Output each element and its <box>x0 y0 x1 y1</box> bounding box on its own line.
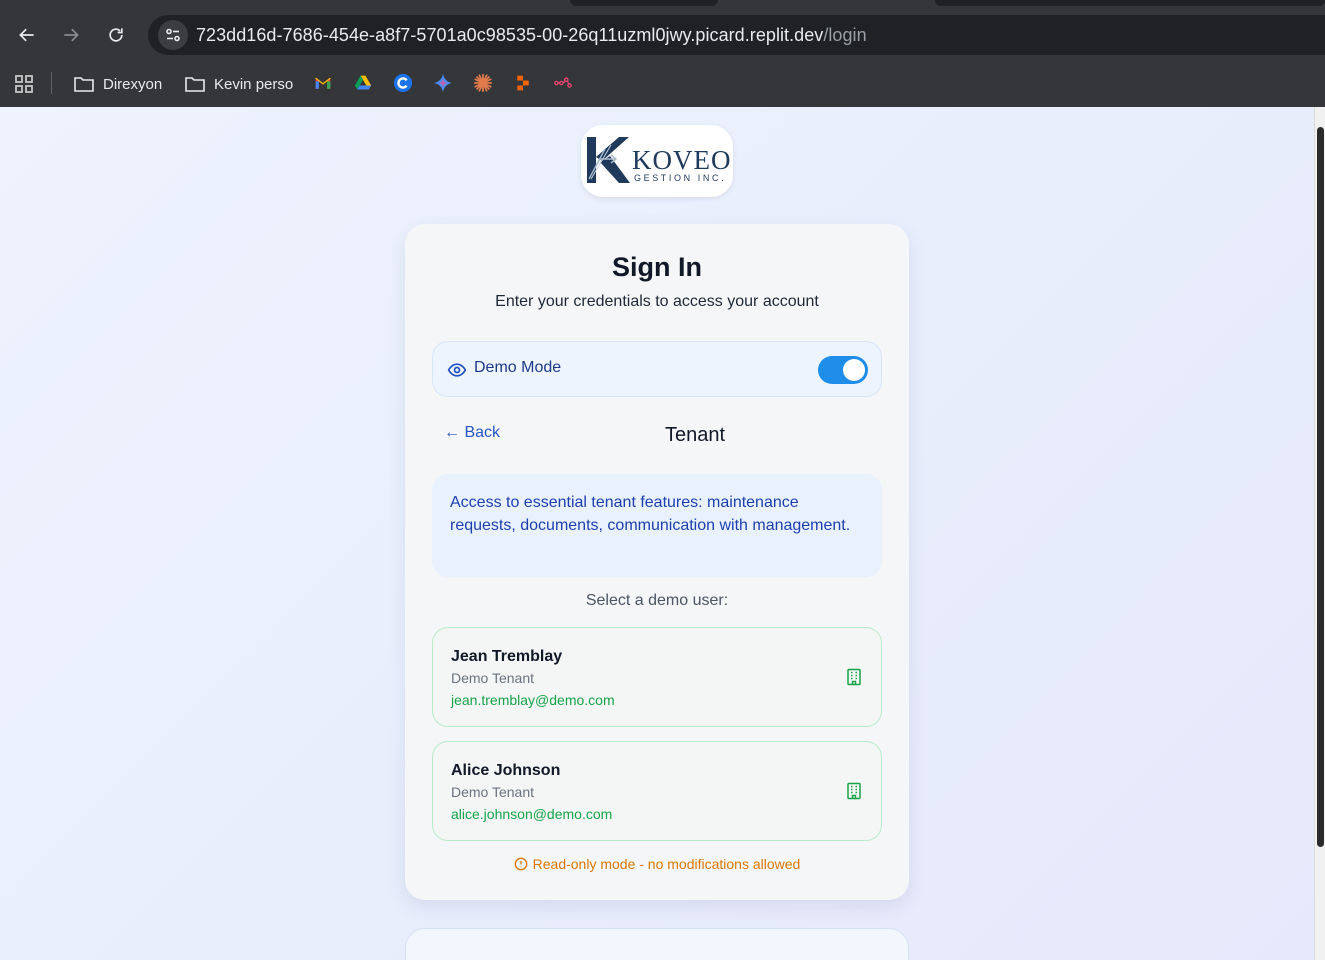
user-name: Jean Tremblay <box>451 648 563 665</box>
c-app-icon[interactable] <box>392 72 414 94</box>
bookmarks-divider <box>51 72 52 94</box>
role-description: Access to essential tenant features: mai… <box>450 494 851 534</box>
claude-icon[interactable] <box>472 72 494 94</box>
site-info-button[interactable] <box>158 20 188 50</box>
scrollbar-thumb[interactable] <box>1317 127 1324 847</box>
back-link[interactable]: ← Back <box>444 424 500 442</box>
folder-icon <box>74 77 94 92</box>
toggle-knob <box>843 359 865 381</box>
n8n-icon[interactable] <box>552 72 574 94</box>
gmail-icon[interactable] <box>312 72 334 94</box>
signin-card: Sign In Enter your credentials to access… <box>405 224 909 900</box>
demo-mode-toggle[interactable] <box>818 356 868 384</box>
replit-icon[interactable] <box>512 72 534 94</box>
readonly-notice: Read-only mode - no modifications allowe… <box>405 856 909 872</box>
forward-button[interactable] <box>54 18 88 52</box>
signin-subtitle: Enter your credentials to access your ac… <box>495 293 819 310</box>
user-email: alice.johnson@demo.com <box>451 806 613 822</box>
select-user-label: Select a demo user: <box>585 592 729 609</box>
tab-edge <box>570 0 718 6</box>
koveo-k-logo-icon <box>587 137 630 183</box>
google-drive-icon[interactable] <box>352 72 374 94</box>
company-logo: KOVEO GESTION INC. <box>581 125 733 197</box>
arrow-right-icon <box>64 28 79 42</box>
bookmark-label: Kevin perso <box>214 75 294 93</box>
user-name: Alice Johnson <box>451 762 561 779</box>
readonly-text: Read-only mode - no modifications allowe… <box>532 856 801 872</box>
building-icon <box>847 668 861 686</box>
secondary-card <box>405 928 909 960</box>
address-bar[interactable]: 723dd16d-7686-454e-a8f7-5701a0c98535-00-… <box>148 15 1325 55</box>
logo-subtitle: GESTION INC. <box>634 173 727 183</box>
page-scrollbar[interactable] <box>1314 107 1325 960</box>
bookmark-label: Direxyon <box>103 75 163 93</box>
user-role: Demo Tenant <box>451 670 535 686</box>
url-host: 723dd16d-7686-454e-a8f7-5701a0c98535-00-… <box>196 25 824 45</box>
bookmarks-bar: Direxyon Kevin perso <box>0 62 1325 107</box>
gemini-icon[interactable] <box>432 72 454 94</box>
tab-edge <box>935 0 1325 6</box>
demo-user-card[interactable]: Jean Tremblay Demo Tenant jean.tremblay@… <box>432 627 882 727</box>
bookmark-folder-direxyon[interactable]: Direxyon <box>73 71 162 97</box>
back-button[interactable] <box>10 18 44 52</box>
demo-mode-label: Demo Mode <box>474 359 562 376</box>
bookmark-folder-kevin-perso[interactable]: Kevin perso <box>184 71 293 97</box>
eye-icon <box>447 363 467 377</box>
signin-title: Sign In <box>612 252 702 282</box>
alert-circle-icon <box>514 857 527 871</box>
reload-button[interactable] <box>99 18 133 52</box>
arrow-left-icon <box>19 28 34 42</box>
tune-icon <box>166 28 180 42</box>
role-description-box: Access to essential tenant features: mai… <box>432 474 882 577</box>
demo-user-card[interactable]: Alice Johnson Demo Tenant alice.johnson@… <box>432 741 882 841</box>
demo-mode-panel: Demo Mode <box>432 341 882 397</box>
folder-icon <box>185 77 205 92</box>
role-title: Tenant <box>665 424 726 446</box>
url-text: 723dd16d-7686-454e-a8f7-5701a0c98535-00-… <box>196 25 867 46</box>
browser-toolbar: 723dd16d-7686-454e-a8f7-5701a0c98535-00-… <box>0 0 1325 62</box>
url-path: /login <box>823 25 867 45</box>
building-icon <box>847 782 861 800</box>
reload-icon <box>109 28 123 42</box>
user-email: jean.tremblay@demo.com <box>451 692 615 708</box>
user-role: Demo Tenant <box>451 784 535 800</box>
logo-wordmark: KOVEO <box>632 145 732 175</box>
apps-grid-icon[interactable] <box>14 74 34 94</box>
login-page: KOVEO GESTION INC. Sign In Enter your cr… <box>0 107 1314 960</box>
